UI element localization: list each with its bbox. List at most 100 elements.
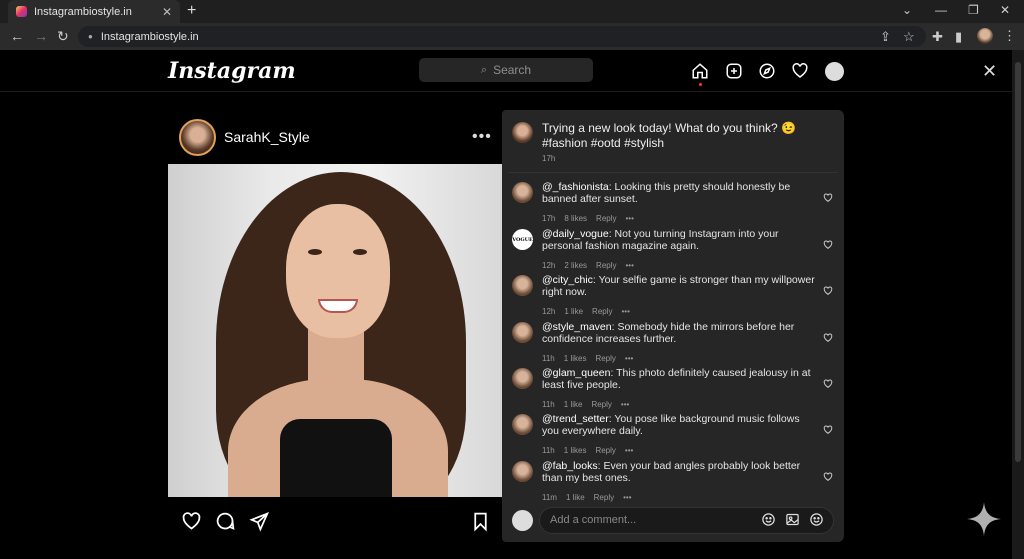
close-modal-icon[interactable]: ✕ [982,61,997,82]
comment-meta: 12h 1 like Reply ••• [542,307,639,316]
reply-button[interactable]: Reply [596,214,616,223]
save-bookmark-icon[interactable] [469,510,491,532]
new-post-icon[interactable] [724,61,744,81]
comment-more-icon[interactable]: ••• [621,400,629,409]
comment-time: 12h [542,261,556,270]
bookmark-star-icon[interactable]: ☆ [903,29,915,45]
comment-more-icon[interactable]: ••• [622,307,630,316]
comment-likes[interactable]: 1 likes [564,354,587,363]
search-input[interactable]: ⌕ Search [419,58,593,82]
like-heart-icon[interactable] [180,510,202,532]
comment-like-heart-icon[interactable] [823,472,833,482]
minimize-icon[interactable]: — [935,3,947,17]
commenter-username[interactable]: @glam_queen [542,367,610,379]
browser-profile-avatar[interactable] [977,28,993,44]
commenter-avatar[interactable] [512,322,533,343]
comment-likes[interactable]: 2 likes [564,261,587,270]
activity-heart-icon[interactable] [790,61,810,81]
reply-button[interactable]: Reply [595,354,615,363]
extensions-icon[interactable]: ✚ [932,29,943,45]
tab-search-chevron-icon[interactable]: ⌄ [902,3,912,17]
caption-timestamp: 17h [542,154,556,163]
side-panel-icon[interactable]: ▮ [955,29,962,45]
commenter-avatar[interactable] [512,368,533,389]
profile-avatar[interactable] [825,62,844,81]
comment-bubble-icon[interactable] [214,510,236,532]
comment-like-heart-icon[interactable] [823,425,833,435]
comment-like-heart-icon[interactable] [823,193,833,203]
comment-more-icon[interactable]: ••• [626,261,634,270]
comment-text: @fab_looks: Even your bad angles probabl… [542,460,818,484]
commenter-username[interactable]: @city_chic [542,274,593,286]
instagram-favicon-icon [16,6,27,17]
explore-compass-icon[interactable] [757,61,777,81]
comment-likes[interactable]: 1 like [566,493,585,502]
comment-time: 11h [542,400,555,409]
comment-likes[interactable]: 1 like [564,400,583,409]
tab-close-icon[interactable]: ✕ [162,5,172,19]
post-more-options-icon[interactable]: ••• [472,128,492,146]
emoji-icon[interactable] [761,512,777,528]
browser-menu-icon[interactable]: ⋮ [1003,28,1016,44]
commenter-username[interactable]: @style_maven [542,321,612,333]
comment-more-icon[interactable]: ••• [623,493,631,502]
reply-button[interactable]: Reply [591,400,611,409]
photo-eye [353,249,367,255]
comment-like-heart-icon[interactable] [823,379,833,389]
commenter-avatar[interactable] [512,275,533,296]
restore-icon[interactable]: ❐ [968,3,979,17]
browser-tab[interactable]: Instagrambiostyle.in ✕ [8,0,180,23]
commenter-username[interactable]: @daily_vogue [542,228,609,240]
comment-composer: Add a comment... [502,502,844,542]
comment-meta: 11h 1 like Reply ••• [542,400,638,409]
commenter-avatar[interactable] [512,461,533,482]
comment-like-heart-icon[interactable] [823,333,833,343]
comment-more-icon[interactable]: ••• [626,214,634,223]
page-scrollbar[interactable] [1012,50,1024,559]
commenter-username[interactable]: @_fashionista [542,181,609,193]
share-paper-plane-icon[interactable] [248,510,270,532]
reply-button[interactable]: Reply [596,261,616,270]
post-username[interactable]: SarahK_Style [224,129,310,145]
commenter-avatar[interactable] [512,414,533,435]
share-icon[interactable]: ⇪ [880,29,891,45]
comment-text: @style_maven: Somebody hide the mirrors … [542,321,818,345]
home-icon[interactable] [690,61,710,81]
lock-icon: ● [88,32,93,41]
commenter-avatar[interactable]: VOGUE [512,229,533,250]
new-tab-icon[interactable]: + [187,2,196,20]
address-bar[interactable]: ● Instagrambiostyle.in [78,26,926,47]
post-author-avatar[interactable] [179,119,216,156]
scrollbar-thumb[interactable] [1015,62,1021,462]
reload-icon[interactable]: ↻ [57,28,69,45]
comment-likes[interactable]: 8 likes [564,214,587,223]
comment-row: @glam_queen: This photo definitely cause… [512,367,833,411]
sticker-icon[interactable] [809,512,825,528]
commenter-username[interactable]: @trend_setter [542,413,609,425]
commenter-avatar[interactable] [512,182,533,203]
comment-row: @fab_looks: Even your bad angles probabl… [512,460,833,504]
photo-face [286,204,390,338]
image-upload-icon[interactable] [785,512,801,528]
comment-like-heart-icon[interactable] [823,240,833,250]
comment-like-heart-icon[interactable] [823,286,833,296]
comment-row: @city_chic: Your selfie game is stronger… [512,274,833,318]
comment-more-icon[interactable]: ••• [625,354,633,363]
comment-more-icon[interactable]: ••• [625,446,633,455]
url-text: Instagrambiostyle.in [100,30,199,43]
caption-author-avatar[interactable] [512,122,533,143]
tab-title: Instagrambiostyle.in [34,5,132,18]
window-close-icon[interactable]: ✕ [1000,3,1010,17]
forward-icon[interactable]: → [34,28,48,44]
reply-button[interactable]: Reply [594,493,614,502]
comment-row: @_fashionista: Looking this pretty shoul… [512,181,833,225]
comment-likes[interactable]: 1 likes [564,446,587,455]
back-icon[interactable]: ← [10,28,24,44]
instagram-logo[interactable]: Instagram [168,58,296,84]
commenter-username[interactable]: @fab_looks [542,460,598,472]
comment-time: 11h [542,354,555,363]
reply-button[interactable]: Reply [595,446,615,455]
comment-likes[interactable]: 1 like [564,307,583,316]
reply-button[interactable]: Reply [592,307,612,316]
comment-meta: 17h 8 likes Reply ••• [542,214,643,223]
